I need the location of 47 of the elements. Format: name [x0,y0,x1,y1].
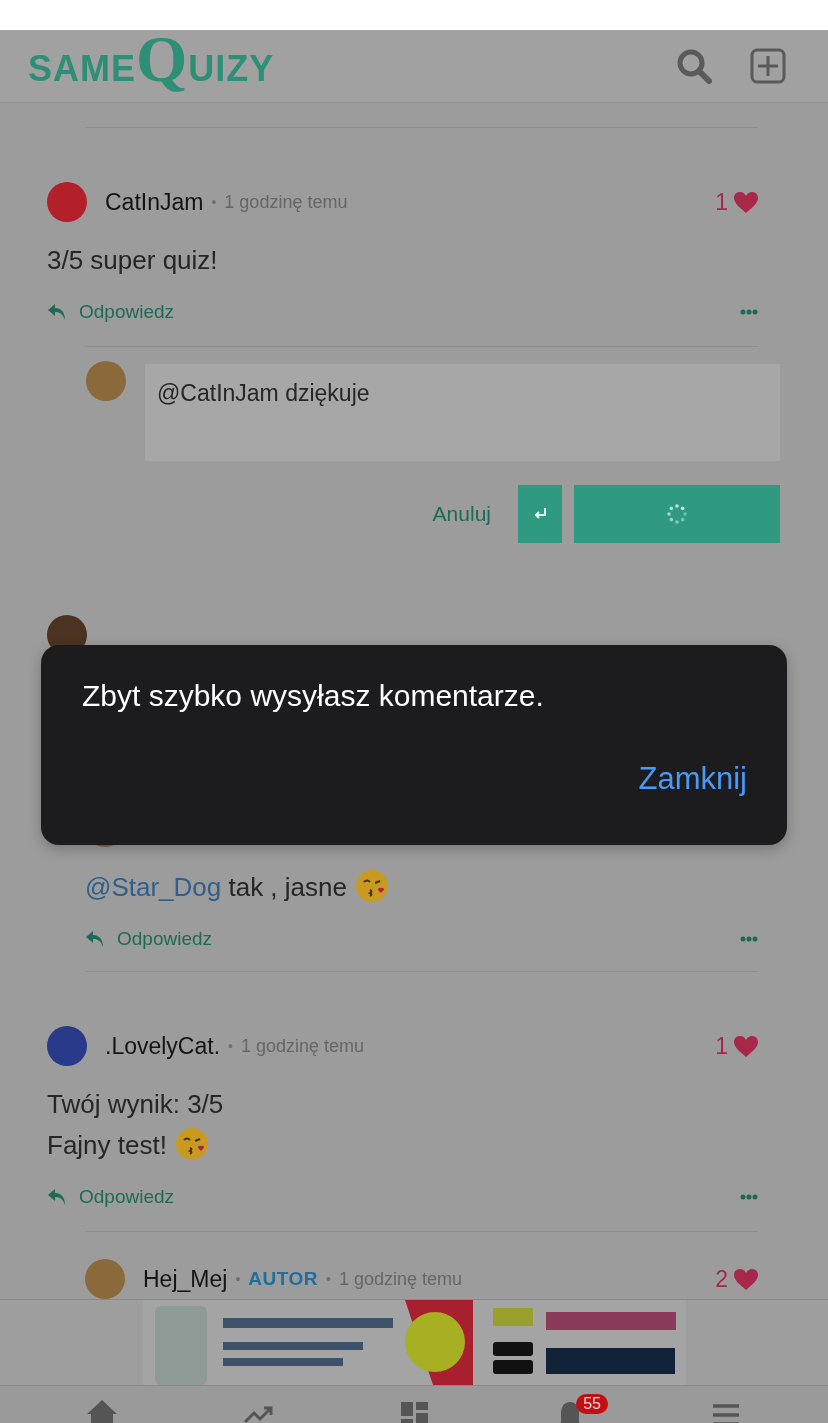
kissing-emoji-icon [174,1127,209,1161]
more-icon [740,1194,758,1200]
dashboard-icon [399,1400,429,1423]
comment-text: 3/5 super quiz! [47,244,219,277]
reply-button[interactable]: Odpowiedz [85,928,213,950]
kissing-emoji-icon [354,869,389,903]
cancel-button[interactable]: Anuluj [432,502,491,526]
search-icon [676,48,712,84]
author-role-label: AUTOR [248,1268,318,1290]
mention-link[interactable]: @Star_Dog [85,872,222,902]
home-icon [87,1400,117,1423]
separator-dot: • [235,1271,241,1287]
more-button[interactable] [740,309,758,315]
like-button[interactable]: 1 [715,188,758,216]
more-icon [740,309,758,315]
like-button[interactable]: 2 [715,1265,758,1293]
separator-dot: • [326,1271,331,1287]
reply-button[interactable]: Odpowiedz [47,301,175,323]
reply-arrow-icon [47,1188,67,1206]
dialog-message: Zbyt szybko wysyłasz komentarze. [82,679,545,713]
notifications-tab[interactable]: 55 [532,1394,608,1423]
like-button[interactable]: 1 [715,1032,758,1060]
more-button[interactable] [740,1194,758,1200]
close-button[interactable]: Zamknij [638,761,747,797]
more-icon [740,936,758,942]
separator-dot: • [228,1038,233,1054]
comment-field[interactable]: @CatInJam dziękuje [145,364,780,461]
heart-icon [734,1035,758,1057]
reply-button[interactable]: Odpowiedz [47,1186,175,1208]
plus-square-icon [750,48,786,84]
author-name: CatInJam [105,188,204,216]
author-name: Hej_Mej [143,1265,228,1293]
return-icon [533,508,547,520]
add-button[interactable] [750,48,786,84]
heart-icon [734,191,758,213]
heart-icon [734,1268,758,1290]
author-name: .LovelyCat. [105,1032,221,1060]
more-button[interactable] [740,936,758,942]
search-button[interactable] [676,48,712,84]
comment-text: @Star_Dog tak , jasne [85,867,758,908]
comment-text: Fajny test! [47,1125,758,1166]
reply-arrow-icon [47,303,67,321]
separator-dot: • [211,194,217,210]
notification-badge: 55 [576,1394,608,1414]
reply-arrow-icon [85,930,105,948]
comment-text: Twój wynik: 3/5 [47,1088,225,1121]
avatar [86,361,126,401]
